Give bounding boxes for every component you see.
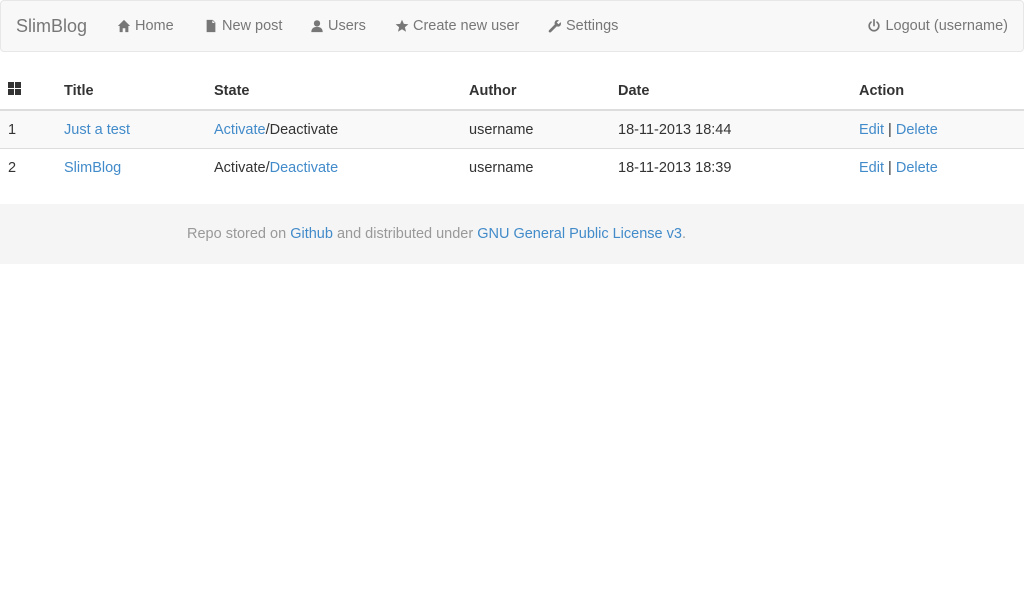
- post-title-link[interactable]: SlimBlog: [64, 160, 121, 176]
- deactivate-text: Deactivate: [269, 121, 339, 138]
- table-row: 2 SlimBlog Activate/Deactivate username …: [0, 149, 1024, 187]
- post-id: 1: [0, 110, 56, 149]
- github-link[interactable]: Github: [290, 226, 333, 242]
- column-header-title: Title: [56, 72, 206, 111]
- navbar: SlimBlog Home New post Users Create new …: [0, 0, 1024, 52]
- action-cell: Edit | Delete: [851, 110, 1024, 149]
- delete-link[interactable]: Delete: [896, 160, 938, 176]
- nav-settings[interactable]: Settings: [548, 16, 618, 36]
- action-cell: Edit | Delete: [851, 149, 1024, 187]
- action-separator: |: [888, 121, 892, 138]
- column-header-date: Date: [610, 72, 851, 111]
- nav-new-post-label: New post: [222, 18, 283, 34]
- footer-suffix: .: [681, 226, 686, 242]
- post-author: username: [469, 159, 534, 176]
- header-grid-cell: [0, 72, 56, 111]
- license-link[interactable]: GNU General Public License v3: [477, 226, 682, 242]
- table-header-row: Title State Author Date Action: [0, 72, 1024, 111]
- edit-link[interactable]: Edit: [859, 122, 884, 138]
- footer-text: Repo stored on Github and distributed un…: [187, 225, 686, 243]
- deactivate-link[interactable]: Deactivate: [270, 160, 339, 176]
- footer-prefix: Repo stored on: [187, 226, 291, 242]
- post-title-link[interactable]: Just a test: [64, 122, 130, 138]
- footer: Repo stored on Github and distributed un…: [0, 204, 1024, 264]
- home-icon: [117, 19, 131, 33]
- power-icon: [868, 19, 881, 32]
- state-cell: Activate/Deactivate: [206, 110, 461, 149]
- column-header-author: Author: [461, 72, 610, 111]
- footer-middle: and distributed under: [332, 226, 478, 242]
- activate-link[interactable]: Activate: [214, 122, 266, 138]
- edit-link[interactable]: Edit: [859, 160, 884, 176]
- nav-users-label: Users: [328, 18, 366, 34]
- star-icon: [395, 19, 409, 32]
- brand-link[interactable]: SlimBlog: [16, 16, 87, 36]
- nav-users[interactable]: Users: [310, 16, 366, 36]
- column-header-action: Action: [851, 72, 1024, 111]
- nav-settings-label: Settings: [566, 18, 619, 34]
- nav-logout-label: Logout (username): [885, 18, 1008, 34]
- grid-icon: [8, 82, 21, 95]
- delete-link[interactable]: Delete: [896, 122, 938, 138]
- nav-create-new-user-label: Create new user: [413, 18, 520, 34]
- post-date: 18-11-2013 18:39: [618, 159, 732, 176]
- posts-table: Title State Author Date Action 1 Just a …: [0, 72, 1024, 186]
- nav-home-label: Home: [135, 18, 174, 34]
- column-header-state: State: [206, 72, 461, 111]
- activate-text: Activate: [214, 159, 266, 176]
- file-icon: [206, 19, 216, 33]
- state-cell: Activate/Deactivate: [206, 149, 461, 187]
- nav-new-post[interactable]: New post: [204, 16, 282, 36]
- table-row: 1 Just a test Activate/Deactivate userna…: [0, 110, 1024, 149]
- post-author: username: [461, 110, 610, 149]
- action-separator: |: [888, 159, 892, 176]
- wrench-icon: [548, 20, 562, 33]
- nav-home[interactable]: Home: [117, 16, 174, 36]
- post-id: 2: [8, 159, 17, 176]
- nav-logout[interactable]: Logout (username): [867, 16, 1008, 36]
- post-date: 18-11-2013 18:44: [610, 110, 851, 149]
- user-icon: [311, 20, 323, 33]
- nav-create-new-user[interactable]: Create new user: [395, 16, 519, 36]
